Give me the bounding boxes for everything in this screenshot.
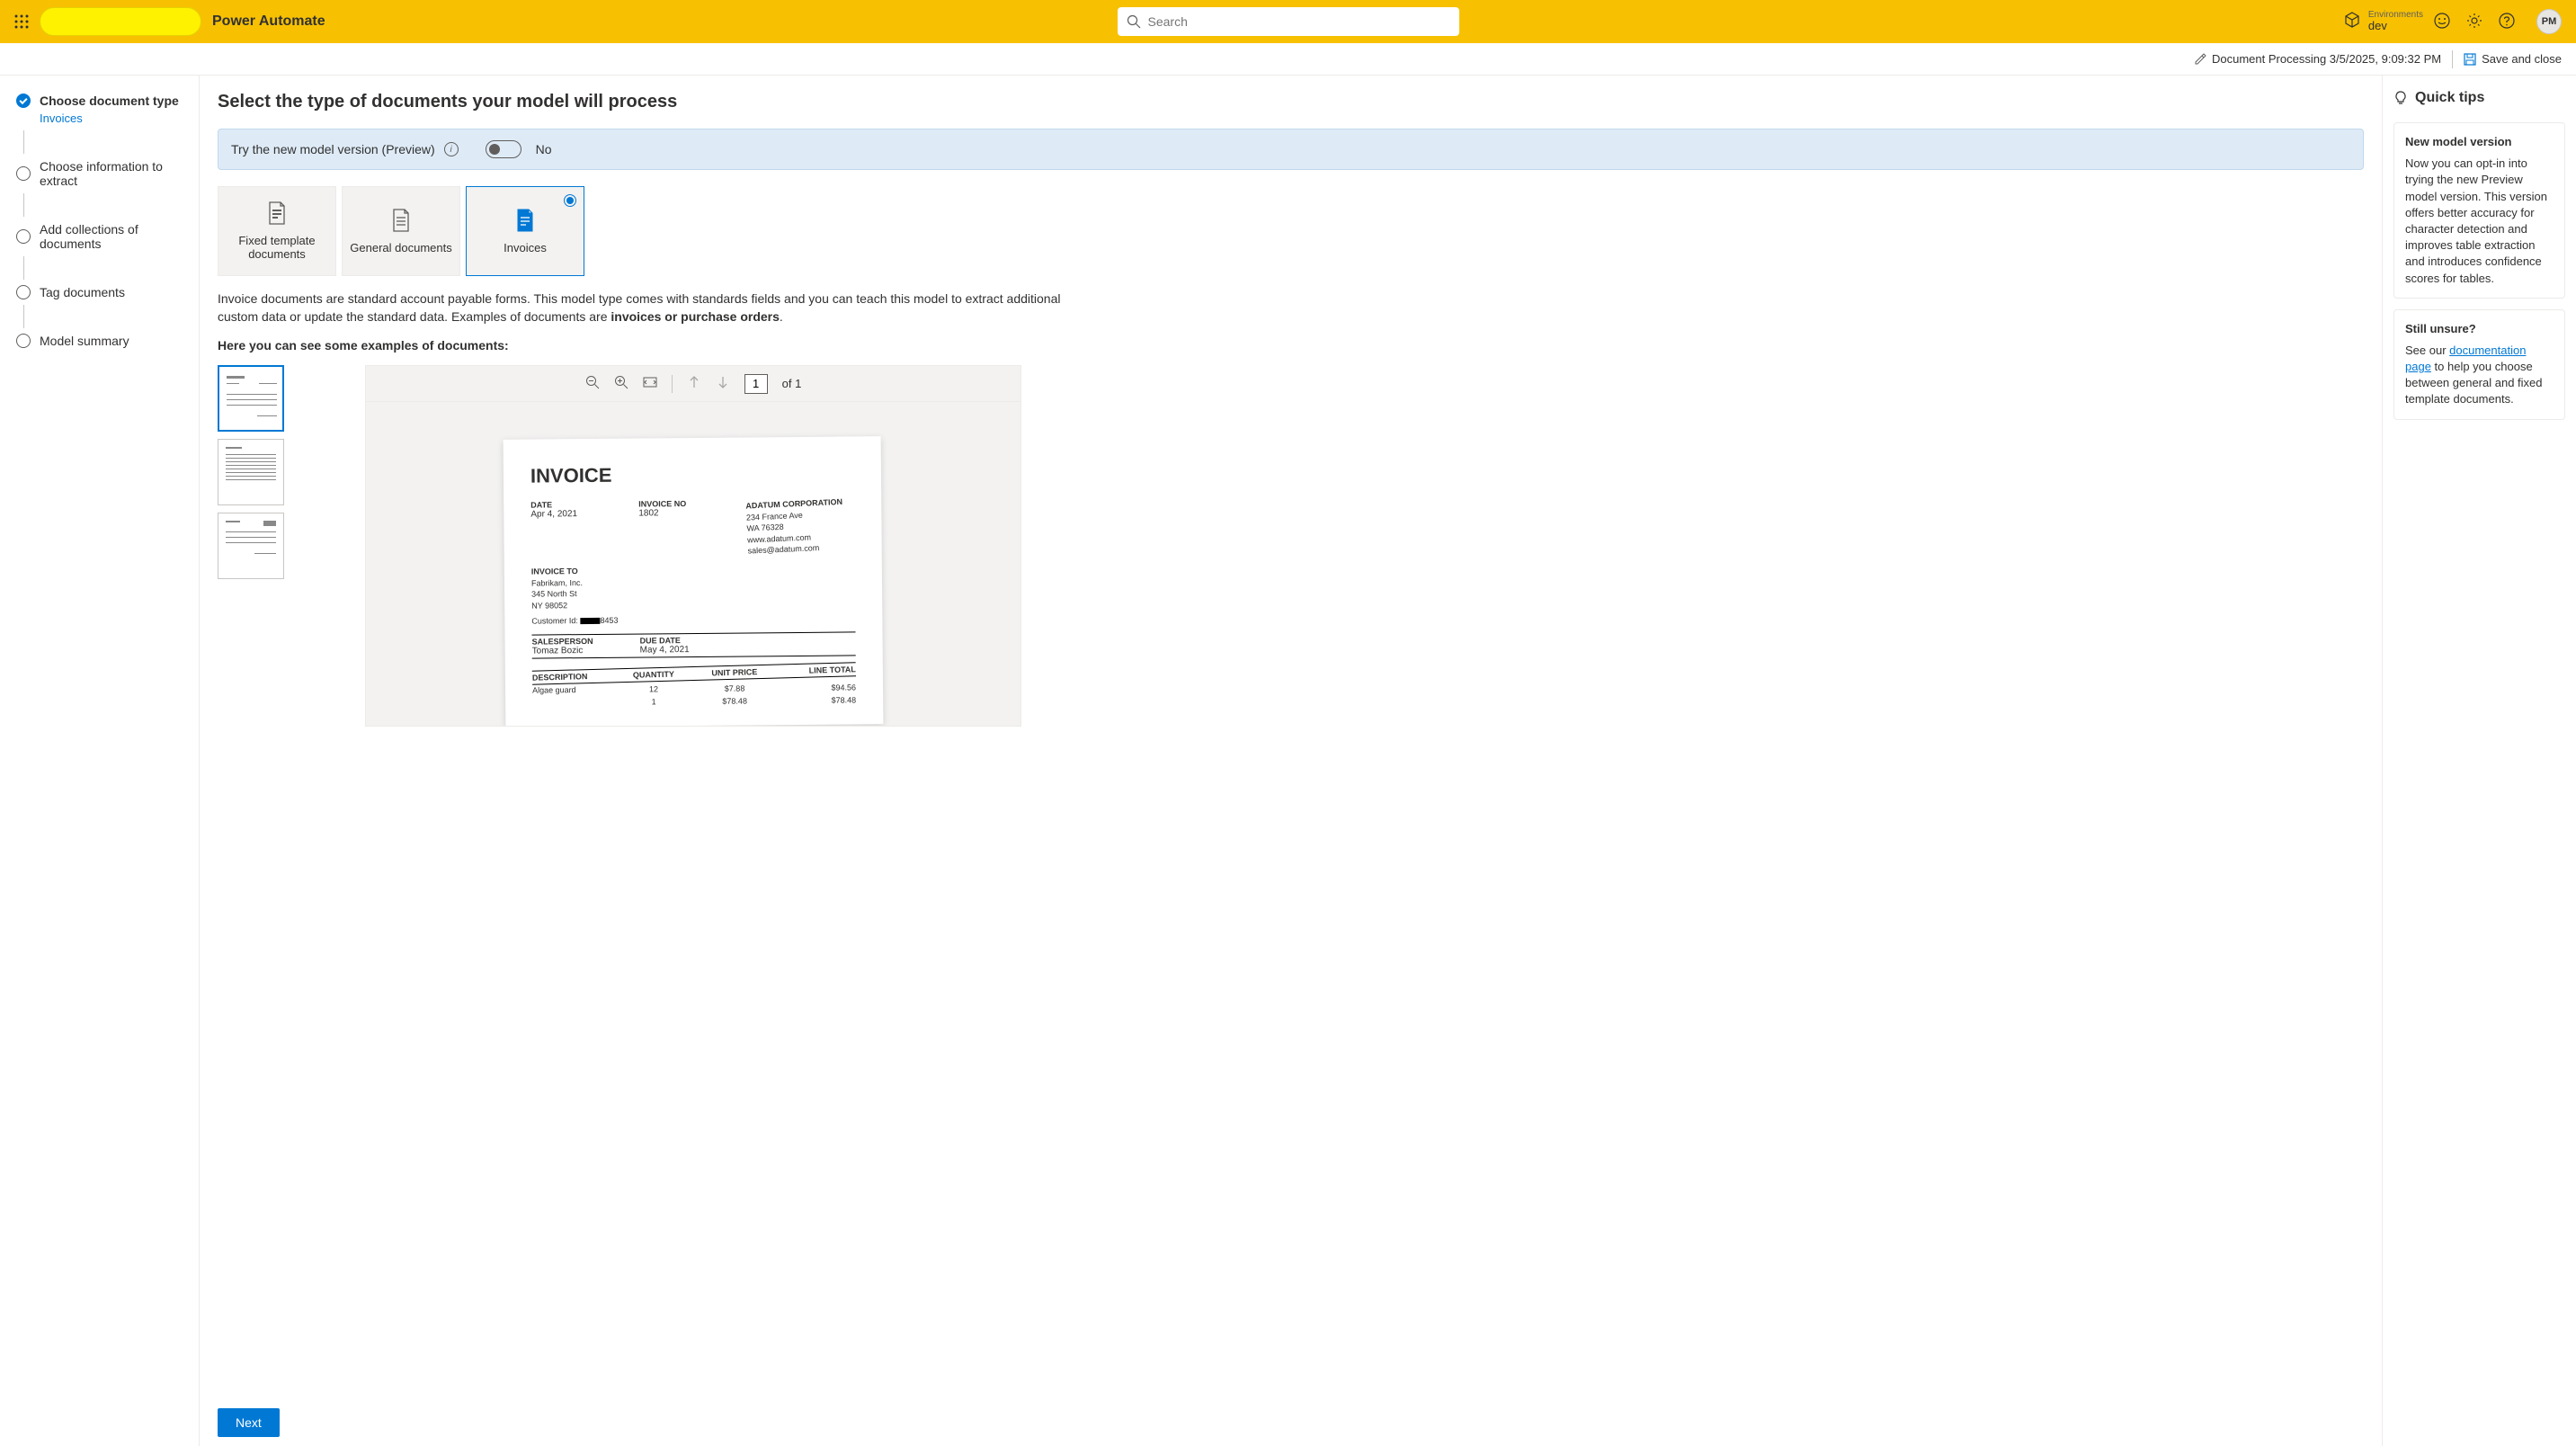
zoom-out-button[interactable] bbox=[585, 375, 600, 392]
next-page-button bbox=[716, 375, 730, 392]
subheader: Document Processing 3/5/2025, 9:09:32 PM… bbox=[0, 43, 2576, 76]
step-choose-document-type[interactable]: Choose document type bbox=[16, 88, 190, 113]
wizard-sidebar: Choose document type Invoices Choose inf… bbox=[0, 76, 200, 1446]
app-header: Power Automate Environments dev PM bbox=[0, 0, 2576, 43]
prev-page-button bbox=[687, 375, 701, 392]
card-label: General documents bbox=[350, 241, 451, 254]
search-icon bbox=[1127, 14, 1141, 29]
divider bbox=[2452, 50, 2453, 68]
step-circle-icon bbox=[16, 334, 31, 348]
zoom-in-icon bbox=[614, 375, 628, 389]
tip-new-model-version: New model version Now you can opt-in int… bbox=[2393, 122, 2565, 299]
step-add-collections[interactable]: Add collections of documents bbox=[16, 217, 190, 256]
pencil-icon bbox=[2194, 53, 2206, 66]
page-number-input[interactable] bbox=[744, 374, 768, 394]
info-icon[interactable]: i bbox=[444, 142, 459, 156]
card-label: Invoices bbox=[504, 241, 547, 254]
step-check-icon bbox=[16, 94, 31, 108]
description-text: Invoice documents are standard account p… bbox=[218, 290, 1090, 326]
search-box[interactable] bbox=[1118, 7, 1459, 36]
fit-button[interactable] bbox=[643, 375, 657, 392]
preview-text: Try the new model version (Preview) bbox=[231, 142, 435, 156]
environment-icon bbox=[2343, 11, 2361, 31]
step-label: Choose document type bbox=[40, 94, 179, 108]
invoice-preview: INVOICE DATE Apr 4, 2021 INVOICE NO 1802 bbox=[504, 436, 884, 726]
page-heading: Select the type of documents your model … bbox=[218, 92, 2364, 112]
gear-icon bbox=[2466, 13, 2482, 29]
connector bbox=[23, 130, 24, 154]
toggle-knob bbox=[489, 144, 500, 155]
document-name: Document Processing 3/5/2025, 9:09:32 PM bbox=[2212, 52, 2441, 66]
settings-button[interactable] bbox=[2466, 13, 2482, 31]
step-tag-documents[interactable]: Tag documents bbox=[16, 280, 190, 305]
feedback-button[interactable] bbox=[2434, 13, 2450, 31]
preview-toggle[interactable] bbox=[486, 140, 521, 158]
app-title: Power Automate bbox=[212, 13, 325, 30]
examples-label: Here you can see some examples of docume… bbox=[218, 338, 2364, 353]
app-launcher-button[interactable] bbox=[7, 7, 36, 36]
step-circle-icon bbox=[16, 229, 31, 244]
card-label: Fixed template documents bbox=[226, 234, 328, 261]
quick-tips-panel: Quick tips New model version Now you can… bbox=[2382, 76, 2576, 1446]
connector bbox=[23, 256, 24, 280]
arrow-down-icon bbox=[716, 375, 730, 389]
step-label: Choose information to extract bbox=[40, 159, 190, 188]
step-label: Tag documents bbox=[40, 285, 125, 299]
lightbulb-icon bbox=[2393, 91, 2408, 105]
waffle-icon bbox=[14, 14, 29, 29]
help-button[interactable] bbox=[2499, 13, 2515, 31]
fit-icon bbox=[643, 375, 657, 389]
step-circle-icon bbox=[16, 166, 31, 181]
thumbnail-3[interactable] bbox=[218, 513, 284, 579]
doc-title-edit[interactable]: Document Processing 3/5/2025, 9:09:32 PM bbox=[2194, 52, 2441, 66]
page-total: of 1 bbox=[782, 377, 802, 390]
user-avatar[interactable]: PM bbox=[2536, 9, 2562, 34]
env-value: dev bbox=[2368, 20, 2423, 32]
quick-tips-title: Quick tips bbox=[2393, 90, 2565, 106]
zoom-out-icon bbox=[585, 375, 600, 389]
document-invoice-icon bbox=[515, 209, 535, 232]
step-substep-invoices[interactable]: Invoices bbox=[40, 112, 190, 125]
tip-still-unsure: Still unsure? See our documentation page… bbox=[2393, 309, 2565, 420]
step-circle-icon bbox=[16, 285, 31, 299]
main-content: Select the type of documents your model … bbox=[200, 76, 2382, 1446]
card-fixed-template[interactable]: Fixed template documents bbox=[218, 186, 336, 276]
connector bbox=[23, 193, 24, 217]
save-icon bbox=[2464, 53, 2476, 66]
radio-selected-icon bbox=[564, 194, 576, 207]
divider bbox=[672, 375, 673, 393]
step-label: Add collections of documents bbox=[40, 222, 190, 251]
card-invoices[interactable]: Invoices bbox=[466, 186, 584, 276]
viewer-toolbar: of 1 bbox=[366, 366, 1021, 402]
viewer-body: INVOICE DATE Apr 4, 2021 INVOICE NO 1802 bbox=[366, 402, 1021, 726]
next-button[interactable]: Next bbox=[218, 1408, 280, 1437]
document-template-icon bbox=[267, 201, 287, 225]
toggle-state-label: No bbox=[536, 142, 552, 156]
connector bbox=[23, 305, 24, 328]
document-lines-icon bbox=[391, 209, 411, 232]
step-label: Model summary bbox=[40, 334, 129, 348]
document-type-cards: Fixed template documents General documen… bbox=[218, 186, 2364, 276]
thumbnail-1[interactable] bbox=[218, 365, 284, 432]
thumbnail-list bbox=[218, 365, 284, 579]
step-choose-info-extract[interactable]: Choose information to extract bbox=[16, 154, 190, 193]
search-input[interactable] bbox=[1148, 14, 1450, 29]
document-viewer: of 1 INVOICE DATE Apr 4, 2021 INVOICE NO bbox=[365, 365, 1021, 727]
footer-bar: Next bbox=[200, 1399, 2382, 1446]
help-icon bbox=[2499, 13, 2515, 29]
environment-picker[interactable]: Environments dev bbox=[2343, 10, 2423, 32]
card-general-documents[interactable]: General documents bbox=[342, 186, 460, 276]
thumbnail-2[interactable] bbox=[218, 439, 284, 505]
arrow-up-icon bbox=[687, 375, 701, 389]
save-and-close-button[interactable]: Save and close bbox=[2464, 52, 2562, 66]
step-model-summary[interactable]: Model summary bbox=[16, 328, 190, 353]
preview-banner: Try the new model version (Preview) i No bbox=[218, 129, 2364, 170]
zoom-in-button[interactable] bbox=[614, 375, 628, 392]
save-close-label: Save and close bbox=[2482, 52, 2562, 66]
highlight-pill bbox=[40, 7, 201, 36]
